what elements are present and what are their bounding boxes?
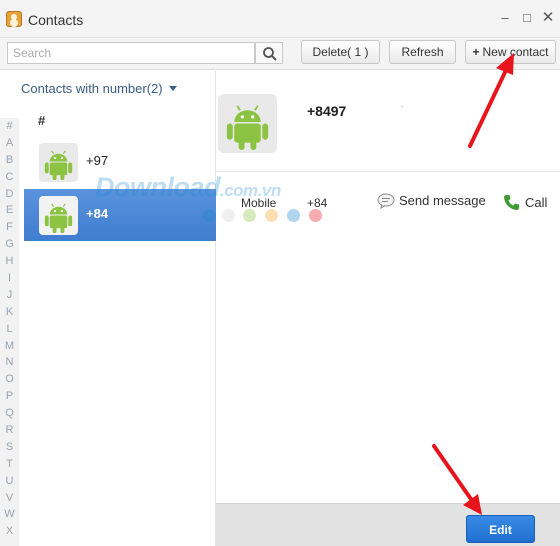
watermark-dot: [265, 209, 278, 222]
send-message-button[interactable]: Send message: [377, 193, 486, 210]
alphabet-index-letter[interactable]: B: [0, 152, 19, 169]
alphabet-index-letter[interactable]: P: [0, 388, 19, 405]
call-button[interactable]: Call: [503, 193, 547, 211]
alphabet-index-letter[interactable]: O: [0, 371, 19, 388]
alphabet-index-letter[interactable]: U: [0, 473, 19, 490]
phone-value: +84: [307, 196, 328, 210]
contacts-app-icon: [6, 11, 22, 27]
alphabet-index-letter[interactable]: V: [0, 490, 19, 507]
contact-number: +97: [86, 153, 109, 168]
edit-button[interactable]: Edit: [466, 515, 535, 543]
plus-icon: +: [472, 45, 480, 59]
android-avatar-icon: [39, 196, 78, 235]
watermark-dot: [203, 209, 216, 222]
alphabet-index-letter[interactable]: G: [0, 236, 19, 253]
window-title: Contacts: [28, 12, 84, 28]
alphabet-index-letter[interactable]: C: [0, 169, 19, 186]
alphabet-index: # A B C D E F G H I J K L M N O P Q R S T U V W X: [0, 118, 19, 546]
alphabet-index-letter[interactable]: N: [0, 354, 19, 371]
contact-filter-dropdown[interactable]: Contacts with number(2): [21, 81, 177, 96]
watermark-dot: [243, 209, 256, 222]
send-message-label: Send message: [399, 193, 486, 208]
alphabet-index-letter[interactable]: A: [0, 135, 19, 152]
watermark-dot: [309, 209, 322, 222]
alphabet-index-letter[interactable]: W: [0, 506, 19, 523]
android-avatar-icon: [39, 143, 78, 182]
message-bubble-icon: [377, 193, 395, 210]
contact-filter-label: Contacts with number(2): [21, 81, 163, 96]
new-contact-label: New contact: [482, 45, 549, 59]
alphabet-index-letter[interactable]: T: [0, 456, 19, 473]
alphabet-index-letter[interactable]: F: [0, 219, 19, 236]
alphabet-index-letter[interactable]: I: [0, 270, 19, 287]
watermark-dot: [287, 209, 300, 222]
alphabet-index-letter[interactable]: H: [0, 253, 19, 270]
phone-icon: [504, 195, 519, 210]
alphabet-index-letter[interactable]: R: [0, 422, 19, 439]
contact-detail-number: +8497: [307, 103, 347, 119]
alphabet-index-letter[interactable]: D: [0, 186, 19, 203]
alphabet-index-letter[interactable]: #: [0, 118, 19, 135]
chevron-down-icon: [168, 86, 177, 91]
alphabet-index-letter[interactable]: Q: [0, 405, 19, 422]
alphabet-index-letter[interactable]: X: [0, 523, 19, 540]
watermark-main: Download: [95, 172, 221, 202]
alphabet-index-letter[interactable]: L: [0, 321, 19, 338]
call-label: Call: [525, 195, 548, 210]
alphabet-index-letter[interactable]: M: [0, 338, 19, 355]
alphabet-index-letter[interactable]: S: [0, 439, 19, 456]
search-icon: [263, 47, 277, 61]
close-icon[interactable]: ✕: [541, 10, 555, 25]
maximize-icon[interactable]: □: [520, 11, 534, 25]
title-bar: Contacts – □ ✕: [0, 0, 560, 38]
separator-mark: ‘: [401, 104, 404, 115]
contact-number: +84: [86, 206, 109, 221]
delete-button[interactable]: Delete( 1 ): [301, 40, 380, 64]
alphabet-index-letter[interactable]: J: [0, 287, 19, 304]
watermark-dot: [222, 209, 235, 222]
group-header: #: [38, 113, 46, 128]
refresh-button[interactable]: Refresh: [389, 40, 456, 64]
search-input[interactable]: [7, 42, 255, 64]
android-icon: [226, 105, 269, 151]
toolbar: Delete( 1 ) Refresh +New contact: [0, 38, 560, 70]
alphabet-index-letter[interactable]: K: [0, 304, 19, 321]
contact-list-panel: Contacts with number(2) # A B C D E F G H I J K L M N O…: [0, 71, 216, 546]
minimize-icon[interactable]: –: [498, 11, 512, 25]
contact-avatar-large: [218, 94, 277, 153]
phone-type-label: Mobile: [241, 196, 277, 210]
alphabet-index-letter[interactable]: E: [0, 202, 19, 219]
search-button[interactable]: [255, 42, 283, 64]
new-contact-button[interactable]: + New contact: [465, 40, 556, 64]
